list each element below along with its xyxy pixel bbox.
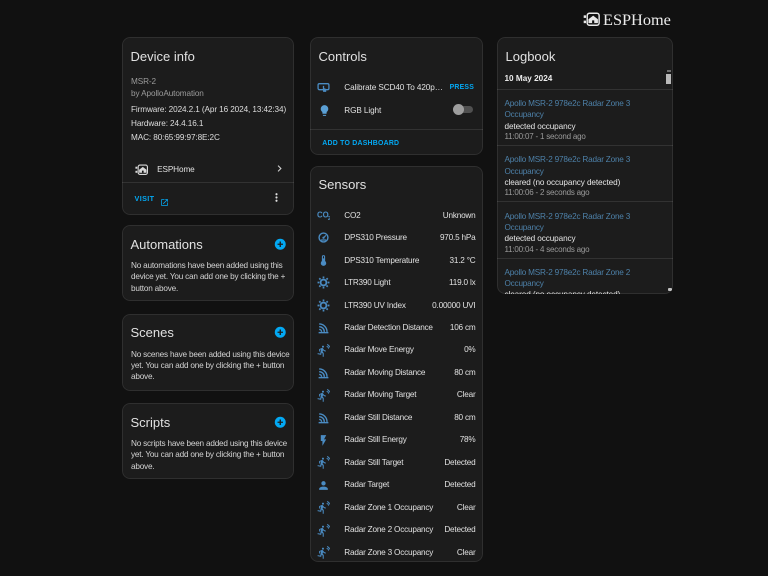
- svg-text:CO: CO: [317, 210, 329, 219]
- svg-text:2: 2: [328, 216, 330, 222]
